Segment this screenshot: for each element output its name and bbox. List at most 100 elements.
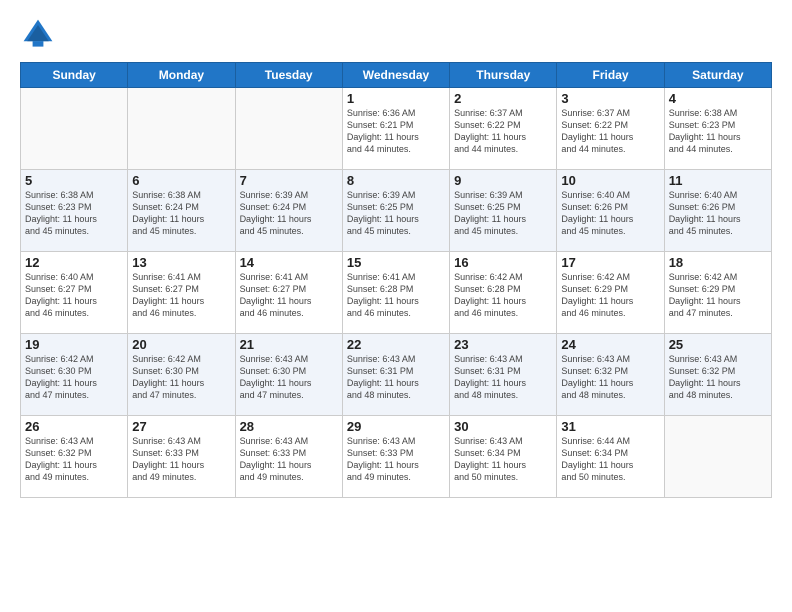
week-row-4: 19Sunrise: 6:42 AM Sunset: 6:30 PM Dayli… (21, 334, 772, 416)
weekday-header-friday: Friday (557, 63, 664, 88)
day-number: 19 (25, 337, 123, 352)
day-cell: 30Sunrise: 6:43 AM Sunset: 6:34 PM Dayli… (450, 416, 557, 498)
logo (20, 16, 62, 52)
day-number: 28 (240, 419, 338, 434)
day-info: Sunrise: 6:36 AM Sunset: 6:21 PM Dayligh… (347, 107, 445, 156)
day-number: 24 (561, 337, 659, 352)
day-info: Sunrise: 6:41 AM Sunset: 6:27 PM Dayligh… (132, 271, 230, 320)
day-info: Sunrise: 6:41 AM Sunset: 6:28 PM Dayligh… (347, 271, 445, 320)
day-info: Sunrise: 6:43 AM Sunset: 6:33 PM Dayligh… (240, 435, 338, 484)
week-row-5: 26Sunrise: 6:43 AM Sunset: 6:32 PM Dayli… (21, 416, 772, 498)
day-number: 13 (132, 255, 230, 270)
day-number: 14 (240, 255, 338, 270)
day-info: Sunrise: 6:43 AM Sunset: 6:32 PM Dayligh… (25, 435, 123, 484)
day-info: Sunrise: 6:40 AM Sunset: 6:26 PM Dayligh… (669, 189, 767, 238)
day-number: 20 (132, 337, 230, 352)
day-number: 2 (454, 91, 552, 106)
day-number: 4 (669, 91, 767, 106)
day-info: Sunrise: 6:37 AM Sunset: 6:22 PM Dayligh… (561, 107, 659, 156)
day-number: 18 (669, 255, 767, 270)
page: SundayMondayTuesdayWednesdayThursdayFrid… (0, 0, 792, 612)
day-number: 12 (25, 255, 123, 270)
day-number: 15 (347, 255, 445, 270)
weekday-header-saturday: Saturday (664, 63, 771, 88)
day-cell: 22Sunrise: 6:43 AM Sunset: 6:31 PM Dayli… (342, 334, 449, 416)
weekday-header-thursday: Thursday (450, 63, 557, 88)
day-cell: 19Sunrise: 6:42 AM Sunset: 6:30 PM Dayli… (21, 334, 128, 416)
day-cell: 14Sunrise: 6:41 AM Sunset: 6:27 PM Dayli… (235, 252, 342, 334)
day-info: Sunrise: 6:39 AM Sunset: 6:25 PM Dayligh… (454, 189, 552, 238)
day-number: 6 (132, 173, 230, 188)
day-info: Sunrise: 6:43 AM Sunset: 6:32 PM Dayligh… (669, 353, 767, 402)
day-number: 16 (454, 255, 552, 270)
day-info: Sunrise: 6:42 AM Sunset: 6:30 PM Dayligh… (25, 353, 123, 402)
day-info: Sunrise: 6:37 AM Sunset: 6:22 PM Dayligh… (454, 107, 552, 156)
weekday-header-row: SundayMondayTuesdayWednesdayThursdayFrid… (21, 63, 772, 88)
day-cell (235, 88, 342, 170)
weekday-header-wednesday: Wednesday (342, 63, 449, 88)
day-number: 25 (669, 337, 767, 352)
day-cell: 29Sunrise: 6:43 AM Sunset: 6:33 PM Dayli… (342, 416, 449, 498)
day-info: Sunrise: 6:40 AM Sunset: 6:27 PM Dayligh… (25, 271, 123, 320)
day-cell: 21Sunrise: 6:43 AM Sunset: 6:30 PM Dayli… (235, 334, 342, 416)
day-cell: 28Sunrise: 6:43 AM Sunset: 6:33 PM Dayli… (235, 416, 342, 498)
day-info: Sunrise: 6:43 AM Sunset: 6:30 PM Dayligh… (240, 353, 338, 402)
day-info: Sunrise: 6:42 AM Sunset: 6:30 PM Dayligh… (132, 353, 230, 402)
day-cell: 25Sunrise: 6:43 AM Sunset: 6:32 PM Dayli… (664, 334, 771, 416)
day-cell: 6Sunrise: 6:38 AM Sunset: 6:24 PM Daylig… (128, 170, 235, 252)
day-info: Sunrise: 6:38 AM Sunset: 6:24 PM Dayligh… (132, 189, 230, 238)
day-cell: 13Sunrise: 6:41 AM Sunset: 6:27 PM Dayli… (128, 252, 235, 334)
day-cell: 8Sunrise: 6:39 AM Sunset: 6:25 PM Daylig… (342, 170, 449, 252)
day-info: Sunrise: 6:43 AM Sunset: 6:31 PM Dayligh… (454, 353, 552, 402)
logo-icon (20, 16, 56, 52)
week-row-3: 12Sunrise: 6:40 AM Sunset: 6:27 PM Dayli… (21, 252, 772, 334)
day-cell: 12Sunrise: 6:40 AM Sunset: 6:27 PM Dayli… (21, 252, 128, 334)
day-number: 17 (561, 255, 659, 270)
weekday-header-monday: Monday (128, 63, 235, 88)
day-cell: 15Sunrise: 6:41 AM Sunset: 6:28 PM Dayli… (342, 252, 449, 334)
day-info: Sunrise: 6:39 AM Sunset: 6:24 PM Dayligh… (240, 189, 338, 238)
day-cell: 23Sunrise: 6:43 AM Sunset: 6:31 PM Dayli… (450, 334, 557, 416)
day-info: Sunrise: 6:39 AM Sunset: 6:25 PM Dayligh… (347, 189, 445, 238)
day-number: 21 (240, 337, 338, 352)
day-number: 31 (561, 419, 659, 434)
day-number: 22 (347, 337, 445, 352)
day-cell: 24Sunrise: 6:43 AM Sunset: 6:32 PM Dayli… (557, 334, 664, 416)
day-cell (664, 416, 771, 498)
day-number: 30 (454, 419, 552, 434)
week-row-2: 5Sunrise: 6:38 AM Sunset: 6:23 PM Daylig… (21, 170, 772, 252)
day-cell: 10Sunrise: 6:40 AM Sunset: 6:26 PM Dayli… (557, 170, 664, 252)
weekday-header-sunday: Sunday (21, 63, 128, 88)
day-info: Sunrise: 6:42 AM Sunset: 6:28 PM Dayligh… (454, 271, 552, 320)
weekday-header-tuesday: Tuesday (235, 63, 342, 88)
day-cell: 16Sunrise: 6:42 AM Sunset: 6:28 PM Dayli… (450, 252, 557, 334)
day-info: Sunrise: 6:38 AM Sunset: 6:23 PM Dayligh… (25, 189, 123, 238)
calendar: SundayMondayTuesdayWednesdayThursdayFrid… (20, 62, 772, 498)
day-number: 7 (240, 173, 338, 188)
day-number: 1 (347, 91, 445, 106)
day-info: Sunrise: 6:43 AM Sunset: 6:33 PM Dayligh… (347, 435, 445, 484)
day-cell (21, 88, 128, 170)
day-number: 27 (132, 419, 230, 434)
day-info: Sunrise: 6:43 AM Sunset: 6:32 PM Dayligh… (561, 353, 659, 402)
day-info: Sunrise: 6:38 AM Sunset: 6:23 PM Dayligh… (669, 107, 767, 156)
day-number: 3 (561, 91, 659, 106)
day-info: Sunrise: 6:43 AM Sunset: 6:34 PM Dayligh… (454, 435, 552, 484)
day-cell: 2Sunrise: 6:37 AM Sunset: 6:22 PM Daylig… (450, 88, 557, 170)
day-info: Sunrise: 6:42 AM Sunset: 6:29 PM Dayligh… (669, 271, 767, 320)
day-number: 5 (25, 173, 123, 188)
day-cell: 4Sunrise: 6:38 AM Sunset: 6:23 PM Daylig… (664, 88, 771, 170)
day-number: 23 (454, 337, 552, 352)
day-info: Sunrise: 6:43 AM Sunset: 6:31 PM Dayligh… (347, 353, 445, 402)
day-cell: 31Sunrise: 6:44 AM Sunset: 6:34 PM Dayli… (557, 416, 664, 498)
day-number: 26 (25, 419, 123, 434)
day-cell: 9Sunrise: 6:39 AM Sunset: 6:25 PM Daylig… (450, 170, 557, 252)
day-cell (128, 88, 235, 170)
header (20, 16, 772, 52)
day-cell: 5Sunrise: 6:38 AM Sunset: 6:23 PM Daylig… (21, 170, 128, 252)
day-number: 8 (347, 173, 445, 188)
day-cell: 17Sunrise: 6:42 AM Sunset: 6:29 PM Dayli… (557, 252, 664, 334)
day-cell: 1Sunrise: 6:36 AM Sunset: 6:21 PM Daylig… (342, 88, 449, 170)
day-cell: 3Sunrise: 6:37 AM Sunset: 6:22 PM Daylig… (557, 88, 664, 170)
day-info: Sunrise: 6:44 AM Sunset: 6:34 PM Dayligh… (561, 435, 659, 484)
